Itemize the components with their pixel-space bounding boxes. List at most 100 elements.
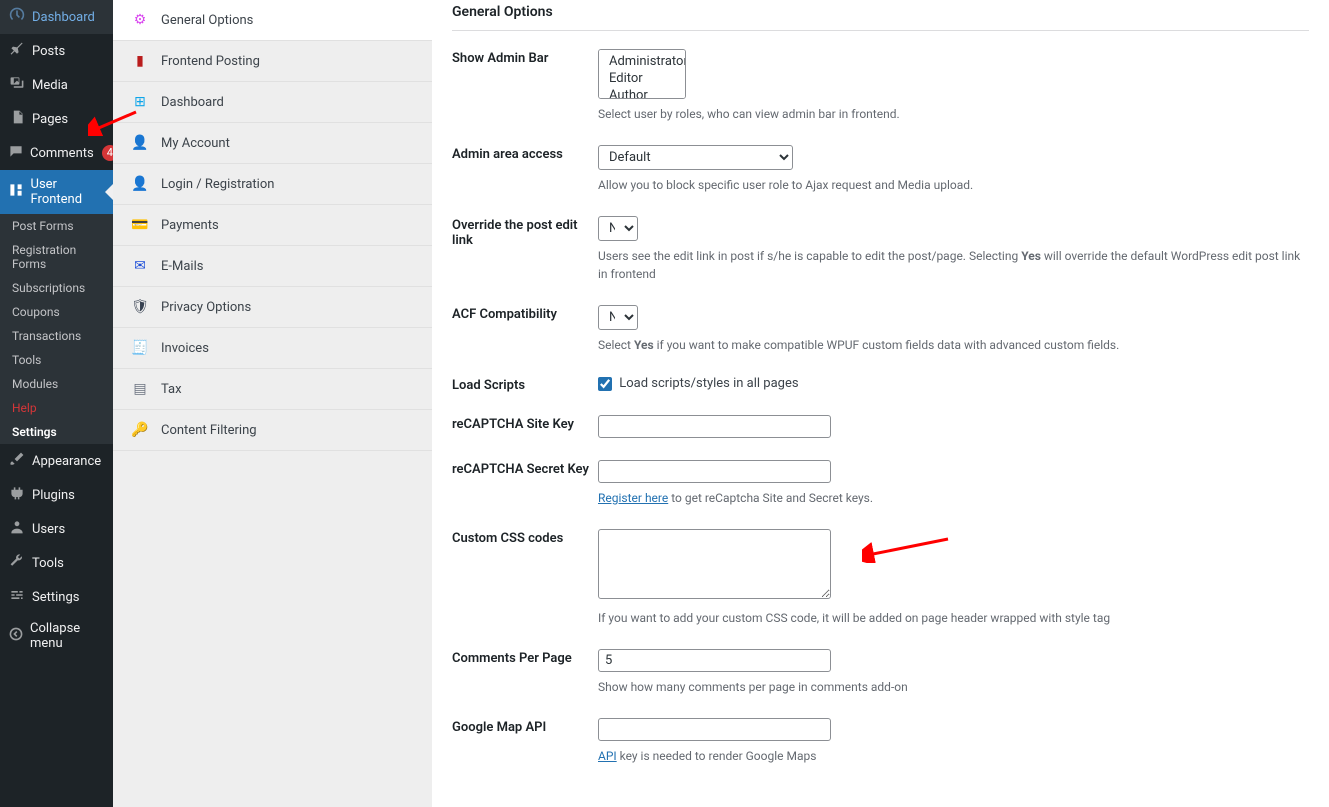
mail-icon: ✉ (131, 257, 149, 275)
menu-pages[interactable]: Pages (0, 102, 113, 136)
tab-dashboard[interactable]: ⊞ Dashboard (113, 82, 432, 123)
wrench-icon (8, 553, 26, 573)
desc-acf: Select Yes if you want to make compatibl… (598, 336, 1309, 354)
tab-emails[interactable]: ✉ E-Mails (113, 246, 432, 287)
menu-settings[interactable]: Settings (0, 580, 113, 614)
tab-label: Frontend Posting (161, 54, 260, 69)
submenu-post-forms[interactable]: Post Forms (0, 214, 113, 238)
label-acf: ACF Compatibility (452, 305, 598, 354)
brush-icon (8, 451, 26, 471)
desc-comments-per-page: Show how many comments per page in comme… (598, 678, 1309, 696)
link-gmap-api[interactable]: API (598, 749, 617, 763)
collapse-icon (8, 626, 24, 646)
input-recaptcha-secret[interactable] (598, 460, 831, 483)
menu-collapse[interactable]: Collapse menu (0, 614, 113, 658)
comment-icon (8, 143, 24, 163)
menu-appearance[interactable]: Appearance (0, 444, 113, 478)
pin-icon (8, 41, 26, 61)
label-load-scripts: Load Scripts (452, 376, 598, 393)
desc-admin-access: Allow you to block specific user role to… (598, 176, 1309, 194)
menu-label: Posts (32, 44, 65, 59)
user-icon: 👤 (131, 134, 149, 152)
tab-privacy[interactable]: 🛡 Privacy Options (113, 287, 432, 328)
menu-user-frontend[interactable]: User Frontend (0, 170, 113, 214)
tab-invoices[interactable]: 🧾 Invoices (113, 328, 432, 369)
menu-label: Media (32, 78, 68, 93)
page-heading: General Options (452, 4, 1309, 31)
label-override-edit: Override the post edit link (452, 216, 598, 283)
wpuf-icon (8, 182, 25, 202)
submenu-coupons[interactable]: Coupons (0, 300, 113, 324)
input-gmap[interactable] (598, 718, 831, 741)
menu-label: Comments (30, 146, 94, 161)
users-icon (8, 519, 26, 539)
tab-payments[interactable]: 💳 Payments (113, 205, 432, 246)
menu-tools[interactable]: Tools (0, 546, 113, 580)
tab-label: My Account (161, 136, 230, 151)
label-css: Custom CSS codes (452, 529, 598, 627)
page-icon (8, 109, 26, 129)
menu-dashboard[interactable]: Dashboard (0, 0, 113, 34)
label-recaptcha-secret: reCAPTCHA Secret Key (452, 460, 598, 507)
key-icon: 🔑 (131, 421, 149, 439)
tab-label: Tax (161, 382, 182, 397)
menu-label: Dashboard (32, 10, 95, 25)
desc-css: If you want to add your custom CSS code,… (598, 609, 1309, 627)
desc-recaptcha: Register here to get reCaptcha Site and … (598, 489, 1309, 507)
plugin-icon (8, 485, 26, 505)
shield-icon: 🛡 (131, 298, 149, 316)
tab-label: Payments (161, 218, 219, 233)
tab-general[interactable]: ⚙ General Options (113, 0, 432, 41)
menu-label: User Frontend (31, 177, 105, 207)
label-admin-bar: Show Admin Bar (452, 49, 598, 123)
tab-label: Login / Registration (161, 177, 274, 192)
input-comments-per-page[interactable] (598, 649, 831, 672)
input-recaptcha-site[interactable] (598, 415, 831, 438)
select-admin-access[interactable]: Default (598, 145, 793, 170)
card-icon: 💳 (131, 216, 149, 234)
desc-admin-bar: Select user by roles, who can view admin… (598, 105, 1309, 123)
label-recaptcha-site: reCAPTCHA Site Key (452, 415, 598, 438)
label-admin-access: Admin area access (452, 145, 598, 194)
tab-frontend[interactable]: ▮ Frontend Posting (113, 41, 432, 82)
submenu-transactions[interactable]: Transactions (0, 324, 113, 348)
checkbox-load-scripts-wrap[interactable]: Load scripts/styles in all pages (598, 376, 799, 391)
gear-icon: ⚙ (131, 11, 149, 29)
tab-label: E-Mails (161, 259, 203, 274)
speedometer-icon (8, 7, 26, 27)
menu-label: Settings (32, 590, 79, 605)
label-gmap: Google Map API (452, 718, 598, 765)
menu-posts[interactable]: Posts (0, 34, 113, 68)
submenu-tools[interactable]: Tools (0, 348, 113, 372)
login-icon: 👤 (131, 175, 149, 193)
invoice-icon: 🧾 (131, 339, 149, 357)
tax-icon: ▤ (131, 380, 149, 398)
tab-label: Content Filtering (161, 423, 257, 438)
tab-login[interactable]: 👤 Login / Registration (113, 164, 432, 205)
select-admin-bar-roles[interactable]: Administrator Editor Author Contributor (598, 49, 686, 99)
menu-comments[interactable]: Comments 4 (0, 136, 113, 170)
tab-label: Invoices (161, 341, 209, 356)
tab-tax[interactable]: ▤ Tax (113, 369, 432, 410)
submenu-settings[interactable]: Settings (0, 420, 113, 444)
select-override-edit[interactable]: No (598, 216, 638, 241)
sliders-icon (8, 587, 26, 607)
post-icon: ▮ (131, 52, 149, 70)
label-comments-per-page: Comments Per Page (452, 649, 598, 696)
menu-plugins[interactable]: Plugins (0, 478, 113, 512)
tab-account[interactable]: 👤 My Account (113, 123, 432, 164)
menu-label: Collapse menu (30, 621, 105, 651)
menu-media[interactable]: Media (0, 68, 113, 102)
menu-label: Appearance (32, 454, 101, 469)
submenu-subscriptions[interactable]: Subscriptions (0, 276, 113, 300)
menu-users[interactable]: Users (0, 512, 113, 546)
textarea-css[interactable] (598, 529, 831, 599)
submenu-help[interactable]: Help (0, 396, 113, 420)
dashboard-icon: ⊞ (131, 93, 149, 111)
submenu-modules[interactable]: Modules (0, 372, 113, 396)
link-register-recaptcha[interactable]: Register here (598, 491, 668, 505)
submenu-registration-forms[interactable]: Registration Forms (0, 238, 113, 276)
tab-filtering[interactable]: 🔑 Content Filtering (113, 410, 432, 451)
checkbox-load-scripts[interactable] (598, 377, 612, 391)
select-acf[interactable]: No (598, 305, 638, 330)
